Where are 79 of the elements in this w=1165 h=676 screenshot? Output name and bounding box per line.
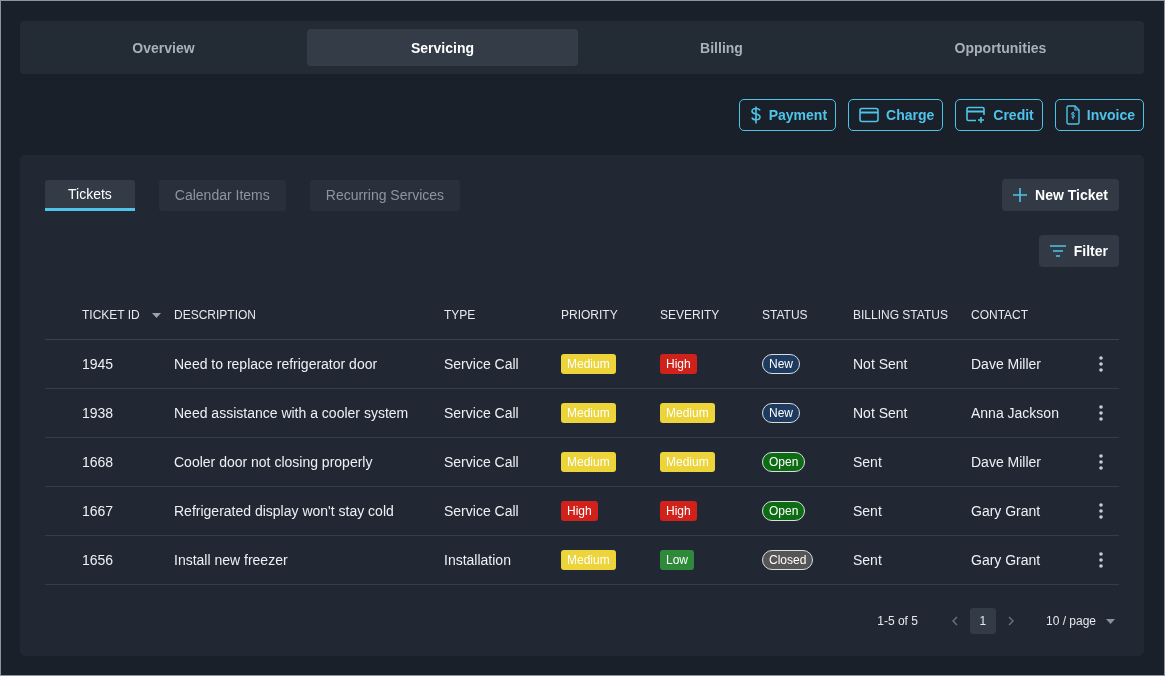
severity-tag: Low [660, 550, 694, 570]
dollar-icon [749, 106, 762, 124]
page-size-select[interactable]: 10 / page [1045, 614, 1119, 628]
column-header: BILLING STATUS [853, 308, 948, 322]
billing-status-text: Sent [853, 552, 882, 568]
section-tab[interactable]: Opportunities [865, 29, 1136, 66]
content-tab[interactable]: Recurring Services [309, 179, 461, 211]
priority-tag: Medium [561, 403, 616, 423]
plus-icon [1013, 188, 1028, 202]
priority-tag: High [561, 501, 598, 521]
more-options-icon[interactable] [1099, 356, 1103, 372]
billing-status-text: Not Sent [853, 356, 908, 372]
column-header[interactable]: TICKET ID [82, 308, 140, 322]
credit-card-icon [859, 107, 880, 123]
type-text: Service Call [444, 454, 519, 470]
next-page-icon[interactable] [1007, 616, 1014, 626]
billing-status-text: Sent [853, 503, 882, 519]
type-text: Service Call [444, 503, 519, 519]
ticket-id: 1668 [82, 454, 114, 470]
column-header: STATUS [762, 308, 808, 322]
card-plus-icon [966, 106, 987, 124]
description-text: Need to replace refrigerator door [174, 356, 378, 372]
severity-tag: High [660, 501, 697, 521]
filter-icon [1049, 245, 1066, 257]
contact-name: Dave Miller [971, 454, 1041, 470]
more-options-icon[interactable] [1099, 503, 1103, 519]
content-tab[interactable]: Tickets [45, 179, 135, 211]
billing-status-text: Not Sent [853, 405, 908, 421]
contact-name: Gary Grant [971, 552, 1041, 568]
description-text: Cooler door not closing properly [174, 454, 373, 470]
column-header: SEVERITY [660, 308, 720, 322]
status-tag: New [762, 403, 800, 423]
status-tag: New [762, 354, 800, 374]
result-range: 1-5 of 5 [877, 614, 918, 628]
action-button[interactable]: Credit [955, 99, 1043, 131]
billing-status-text: Sent [853, 454, 882, 470]
sort-caret-icon[interactable] [151, 312, 161, 318]
ticket-id: 1656 [82, 552, 114, 568]
section-tab[interactable]: Servicing [307, 29, 578, 66]
column-header: PRIORITY [561, 308, 618, 322]
type-text: Installation [444, 552, 511, 568]
action-button[interactable]: Charge [848, 99, 944, 131]
type-text: Service Call [444, 405, 519, 421]
status-tag: Closed [762, 550, 814, 570]
ticket-id: 1945 [82, 356, 114, 372]
section-tab[interactable]: Billing [586, 29, 857, 66]
type-text: Service Call [444, 356, 519, 372]
more-options-icon[interactable] [1099, 405, 1103, 421]
new-ticket-button[interactable]: New Ticket [1002, 179, 1119, 211]
priority-tag: Medium [561, 354, 616, 374]
column-header: CONTACT [971, 308, 1029, 322]
contact-name: Dave Miller [971, 356, 1041, 372]
column-header: DESCRIPTION [174, 308, 256, 322]
more-options-icon[interactable] [1099, 552, 1103, 568]
severity-tag: High [660, 354, 697, 374]
action-button[interactable]: Invoice [1054, 99, 1144, 131]
ticket-id: 1938 [82, 405, 114, 421]
contact-name: Gary Grant [971, 503, 1041, 519]
content-tab[interactable]: Calendar Items [158, 179, 286, 211]
priority-tag: Medium [561, 452, 616, 472]
contact-name: Anna Jackson [971, 405, 1059, 421]
description-text: Need assistance with a cooler system [174, 405, 409, 421]
status-tag: Open [762, 452, 806, 472]
priority-tag: Medium [561, 550, 616, 570]
more-options-icon[interactable] [1099, 454, 1103, 470]
description-text: Install new freezer [174, 552, 288, 568]
dropdown-caret-icon [1106, 618, 1115, 624]
action-button[interactable]: Payment [738, 99, 837, 131]
status-tag: Open [762, 501, 806, 521]
section-tab[interactable]: Overview [28, 29, 299, 66]
description-text: Refrigerated display won't stay cold [174, 503, 394, 519]
page-button[interactable]: 1 [969, 608, 996, 634]
previous-page-icon[interactable] [951, 616, 958, 626]
document-dollar-icon [1065, 105, 1080, 125]
filter-button[interactable]: Filter [1038, 235, 1119, 267]
ticket-id: 1667 [82, 503, 114, 519]
severity-tag: Medium [660, 403, 715, 423]
column-header: TYPE [444, 308, 476, 322]
severity-tag: Medium [660, 452, 715, 472]
